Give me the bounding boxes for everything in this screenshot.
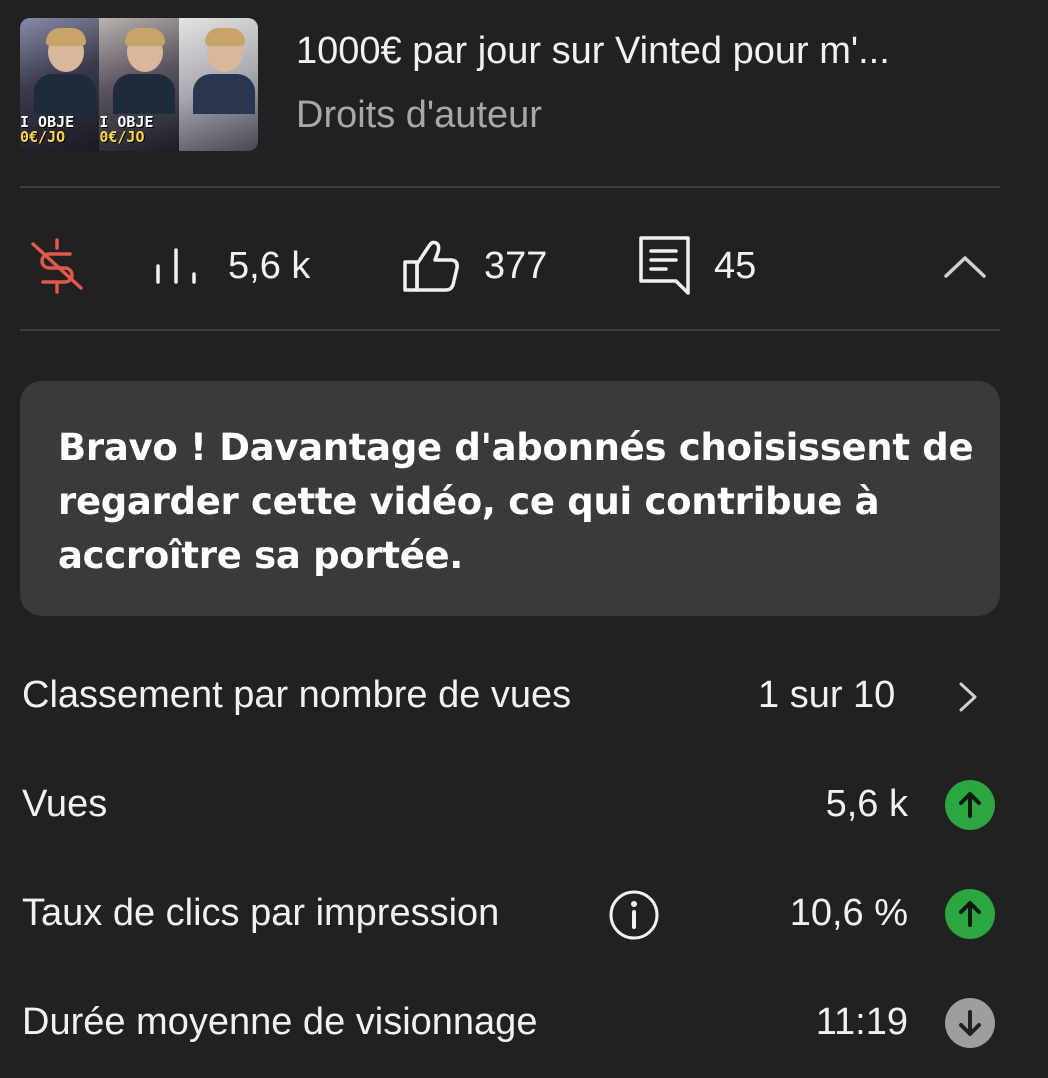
- metric-label-ctr: Taux de clics par impression: [22, 892, 500, 934]
- metric-label-rank: Classement par nombre de vues: [22, 674, 572, 716]
- metric-value-views: 5,6 k: [825, 783, 908, 825]
- metric-label-avg-duration: Durée moyenne de visionnage: [22, 1001, 538, 1043]
- thumbnail-frame: I OBJE 0€/JO: [20, 18, 100, 151]
- trend-down-icon: [945, 998, 995, 1048]
- no-monetization-icon: [28, 238, 86, 294]
- metric-value-avg-duration: 11:19: [815, 1001, 908, 1043]
- video-thumbnail[interactable]: I OBJE 0€/JO I OBJE 0€/JO: [20, 18, 258, 151]
- trend-up-icon: [945, 780, 995, 830]
- bar-chart-icon: [152, 246, 200, 286]
- metric-value-rank: 1 sur 10: [758, 674, 896, 716]
- collapse-button[interactable]: [942, 238, 988, 294]
- likes-count: 377: [484, 244, 548, 287]
- comments-count: 45: [714, 244, 757, 287]
- thumbnail-caption-bottom: 0€/JO: [20, 128, 66, 146]
- insight-message: Bravo ! Davantage d'abonnés choisissent …: [58, 426, 974, 577]
- stat-views[interactable]: 5,6 k: [152, 238, 310, 294]
- divider: [20, 186, 1000, 188]
- ctr-info-button[interactable]: [608, 889, 660, 946]
- divider: [20, 329, 1000, 331]
- metric-value-ctr: 10,6 %: [789, 892, 908, 934]
- insight-card: Bravo ! Davantage d'abonnés choisissent …: [20, 381, 1000, 616]
- rank-detail-button[interactable]: [956, 680, 980, 719]
- chevron-up-icon: [942, 252, 988, 280]
- thumbnail-frame: I OBJE 0€/JO: [99, 18, 179, 151]
- thumbs-up-icon: [402, 238, 462, 294]
- thumbnail-frame: [178, 18, 258, 151]
- monetization-status[interactable]: [28, 238, 86, 294]
- views-count: 5,6 k: [228, 244, 311, 287]
- video-title[interactable]: 1000€ par jour sur Vinted pour m'...: [296, 28, 890, 74]
- trend-up-icon: [945, 889, 995, 939]
- metric-label-views: Vues: [22, 783, 108, 825]
- stat-likes[interactable]: 377: [402, 238, 547, 294]
- info-icon: [608, 890, 660, 945]
- comment-icon: [638, 235, 692, 297]
- copyright-status[interactable]: Droits d'auteur: [296, 92, 542, 138]
- chevron-right-icon: [956, 682, 980, 718]
- stat-comments[interactable]: 45: [638, 235, 757, 297]
- thumbnail-caption-bottom: 0€/JO: [99, 128, 145, 146]
